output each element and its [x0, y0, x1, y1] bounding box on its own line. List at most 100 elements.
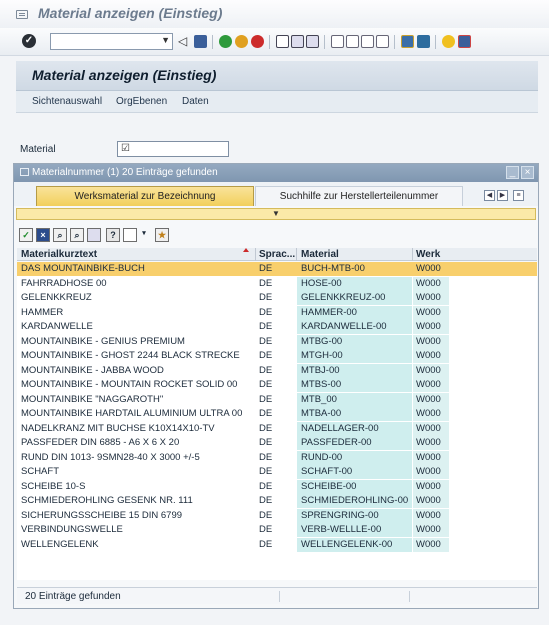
table-row[interactable]: MOUNTAINBIKE "NAGGAROTH" DE MTB_00 W000 — [17, 392, 537, 407]
column-header-material[interactable]: Material — [301, 249, 411, 260]
tab-scroll-left-icon[interactable]: ◀ — [484, 190, 495, 201]
menu-sichtenauswahl[interactable]: Sichtenauswahl — [32, 96, 102, 107]
cell-sprache: DE — [259, 422, 273, 434]
table-row[interactable]: SCHAFT DE SCHAFT-00 W000 — [17, 465, 537, 479]
column-header-sprache[interactable]: Sprac... — [259, 249, 295, 260]
window-title: Material anzeigen (Einstieg) — [38, 5, 223, 21]
menu-daten[interactable]: Daten — [182, 96, 209, 107]
personal-list-icon[interactable]: ★ — [155, 228, 169, 242]
info-icon[interactable]: ? — [106, 228, 120, 242]
restrictions-toggle-bar[interactable]: ▼ — [16, 208, 536, 220]
print-icon[interactable] — [123, 228, 137, 242]
table-row[interactable]: NADELKRANZ MIT BUCHSE K10X14X10-TV DE NADE… — [17, 421, 537, 436]
tab-herstellerteilenummer[interactable]: Suchhilfe zur Herstellerteilenummer — [255, 186, 463, 206]
table-row[interactable]: RUND DIN 1013- 9SMN28-40 X 3000 +/-5 DE RU… — [17, 450, 537, 465]
cell-material: PASSFEDER-00 — [301, 437, 372, 448]
alv-toolbar: ✓ × ⌕ ⌕ ? ▾ ★ — [17, 225, 537, 247]
enter-check-icon[interactable]: ✓ — [22, 34, 36, 48]
toolbar-separator — [394, 35, 395, 49]
cancel-icon[interactable] — [251, 35, 264, 48]
grid-header: Materialkurztext Sprac... Material Werk — [17, 248, 537, 261]
tab-werksmaterial[interactable]: Werksmaterial zur Bezeichnung — [36, 186, 254, 206]
tab-scroll-right-icon[interactable]: ▶ — [497, 190, 508, 201]
popup-window-icon — [20, 168, 29, 176]
print-icon[interactable] — [276, 35, 289, 48]
table-row[interactable]: SCHEIBE 10-S DE SCHEIBE-00 W000 — [17, 479, 537, 494]
find-next-icon[interactable]: ⌕ — [70, 228, 84, 242]
filter-icon[interactable] — [87, 228, 101, 242]
back-small-icon[interactable]: ◁ — [178, 34, 191, 48]
cell-werk: W000 — [416, 350, 441, 361]
cell-materialkurztext: VERBINDUNGSWELLE — [21, 524, 123, 535]
cell-sprache: DE — [259, 364, 273, 376]
cell-sprache: DE — [259, 437, 273, 448]
chevron-down-icon[interactable]: ▼ — [161, 35, 170, 45]
table-row[interactable]: SICHERUNGSSCHEIBE 15 DIN 6799 DE SPRENGRIN… — [17, 508, 537, 523]
table-row[interactable]: WELLENGELENK DE WELLENGELENK-00 W000 — [17, 537, 537, 552]
table-row[interactable]: KARDANWELLE DE KARDANWELLE-00 W000 — [17, 320, 537, 334]
cancel-x-icon[interactable]: × — [36, 228, 50, 242]
cell-sprache: DE — [259, 495, 273, 506]
back-icon[interactable] — [219, 35, 232, 48]
title-bar: Material anzeigen (Einstieg) — [0, 0, 549, 28]
layout-icon[interactable] — [458, 35, 471, 48]
find-next-icon[interactable] — [306, 35, 319, 48]
first-page-icon[interactable] — [331, 35, 344, 48]
table-row[interactable]: MOUNTAINBIKE - GHOST 2244 BLACK STRECKE D… — [17, 349, 537, 363]
cell-werk: W000 — [416, 422, 441, 434]
window-menu-icon[interactable] — [16, 10, 28, 19]
help-icon[interactable] — [442, 35, 455, 48]
cell-sprache: DE — [259, 335, 273, 347]
cell-sprache: DE — [259, 480, 273, 492]
table-row[interactable]: DAS MOUNTAINBIKE-BUCH DE BUCH-MTB-00 W000 — [17, 262, 537, 276]
status-divider — [409, 591, 410, 602]
cell-werk: W000 — [416, 495, 441, 506]
material-input[interactable]: ☑ — [117, 141, 229, 157]
accept-icon[interactable]: ✓ — [19, 228, 33, 242]
expand-arrow-icon[interactable]: ▼ — [272, 209, 280, 219]
material-label: Material — [20, 144, 56, 155]
table-row[interactable]: MOUNTAINBIKE HARDTAIL ALUMINIUM ULTRA 00… — [17, 407, 537, 421]
minimize-button[interactable]: _ — [506, 166, 519, 179]
tab-list-icon[interactable]: ≡ — [513, 190, 524, 201]
table-row[interactable]: FAHRRADHOSE 00 DE HOSE-00 W000 — [17, 276, 537, 291]
cell-materialkurztext: DAS MOUNTAINBIKE-BUCH — [21, 263, 145, 274]
menu-orgebenen[interactable]: OrgEbenen — [116, 96, 167, 107]
table-row[interactable]: SCHMIEDEROHLING GESENK NR. 111 DE SCHMIEDE… — [17, 494, 537, 508]
cell-materialkurztext: MOUNTAINBIKE - GHOST 2244 BLACK STRECKE — [21, 350, 240, 361]
cell-sprache: DE — [259, 524, 273, 535]
column-header-werk[interactable]: Werk — [416, 249, 452, 260]
cell-sprache: DE — [259, 277, 273, 289]
table-row[interactable]: VERBINDUNGSWELLE DE VERB-WELLLE-00 W000 — [17, 523, 537, 537]
next-page-icon[interactable] — [361, 35, 374, 48]
table-row[interactable]: PASSFEDER DIN 6885 - A6 X 6 X 20 DE PASSFE… — [17, 436, 537, 450]
cell-material: MTBS-00 — [301, 379, 342, 390]
cell-werk: W000 — [416, 437, 441, 448]
prev-page-icon[interactable] — [346, 35, 359, 48]
find-icon[interactable] — [291, 35, 304, 48]
cell-material: KARDANWELLE-00 — [301, 321, 387, 332]
chevron-down-icon[interactable]: ▾ — [140, 228, 148, 242]
table-row[interactable]: GELENKKREUZ DE GELENKKREUZ-00 W000 — [17, 291, 537, 305]
table-row[interactable]: HAMMER DE HAMMER-00 W000 — [17, 305, 537, 320]
cell-sprache: DE — [259, 350, 273, 361]
new-session-icon[interactable] — [401, 35, 414, 48]
close-button[interactable]: × — [521, 166, 534, 179]
column-divider — [296, 248, 297, 261]
cell-werk: W000 — [416, 480, 441, 492]
cell-werk: W000 — [416, 335, 441, 347]
table-row[interactable]: MOUNTAINBIKE - JABBA WOOD DE MTBJ-00 W000 — [17, 363, 537, 378]
table-row[interactable]: MOUNTAINBIKE - GENIUS PREMIUM DE MTBG-00 W0… — [17, 334, 537, 349]
cell-material: GELENKKREUZ-00 — [301, 292, 386, 303]
command-field[interactable]: ▼ — [50, 33, 173, 50]
cell-materialkurztext: GELENKKREUZ — [21, 292, 92, 303]
exit-icon[interactable] — [235, 35, 248, 48]
save-icon[interactable] — [194, 35, 207, 48]
table-row[interactable]: MOUNTAINBIKE - MOUNTAIN ROCKET SOLID 00 D… — [17, 378, 537, 392]
cell-werk: W000 — [416, 408, 441, 419]
column-header-materialkurztext[interactable]: Materialkurztext — [21, 249, 257, 260]
last-page-icon[interactable] — [376, 35, 389, 48]
shortcut-icon[interactable] — [417, 35, 430, 48]
find-icon[interactable]: ⌕ — [53, 228, 67, 242]
cell-materialkurztext: HAMMER — [21, 306, 64, 318]
